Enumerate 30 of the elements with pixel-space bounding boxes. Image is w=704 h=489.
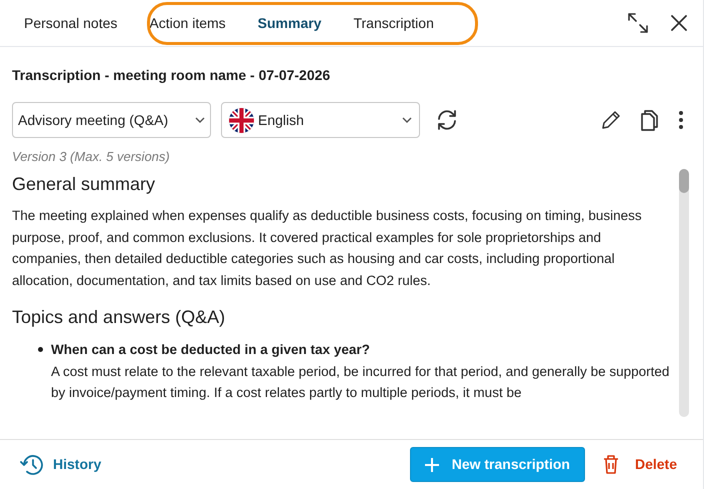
plus-icon: [424, 458, 439, 472]
flag-icon: [229, 108, 254, 132]
chevron-down-icon: [195, 117, 205, 123]
refresh-icon[interactable]: [435, 108, 459, 132]
language-dropdown[interactable]: English: [221, 102, 420, 138]
copy-icon[interactable]: [641, 109, 659, 131]
history-button[interactable]: History: [20, 454, 102, 476]
close-icon[interactable]: [671, 15, 687, 31]
template-dropdown[interactable]: Advisory meeting (Q&A): [12, 102, 211, 138]
pencil-icon[interactable]: [601, 110, 621, 130]
more-icon[interactable]: [679, 111, 683, 129]
scrollbar-thumb[interactable]: [679, 169, 689, 193]
version-note: Version 3 (Max. 5 versions): [12, 149, 171, 165]
expand-icon[interactable]: [627, 12, 649, 34]
tab[interactable]: Summary: [246, 3, 334, 43]
scrollbar[interactable]: [679, 169, 689, 417]
chevron-down-icon: [402, 117, 412, 123]
question: When can a cost be deducted in a given tax year?: [51, 341, 371, 359]
section-heading: Topics and answers (Q&A): [12, 306, 226, 329]
answer: A cost must relate to the relevant taxable period, be incurred for that period, and generally be supported by invoice/payment timing. If a cost relates partly to multiple periods, it must be: [51, 362, 670, 402]
tab[interactable]: Action items: [137, 3, 238, 43]
document-title: Transcription - meeting room name - 07-07-2026: [12, 66, 332, 84]
history-icon: [20, 454, 44, 476]
section-heading: General summary: [12, 173, 156, 196]
tab[interactable]: Personal notes: [12, 3, 130, 43]
summary-paragraph: The meeting explained when expenses qualify as deductible business costs, focusing on timing, business purpose, proof, and common exclusions. It covered practical examples for sole proprietorships and companies, then detailed deductible categories such as housing and car costs, including proportional allocation, documentation, and tax limits based on use and CO2 rules.: [12, 207, 643, 290]
trash-icon: [602, 455, 619, 474]
delete-button[interactable]: Delete: [602, 454, 677, 475]
bullet-icon: [38, 347, 43, 352]
tab[interactable]: Transcription: [341, 3, 446, 43]
